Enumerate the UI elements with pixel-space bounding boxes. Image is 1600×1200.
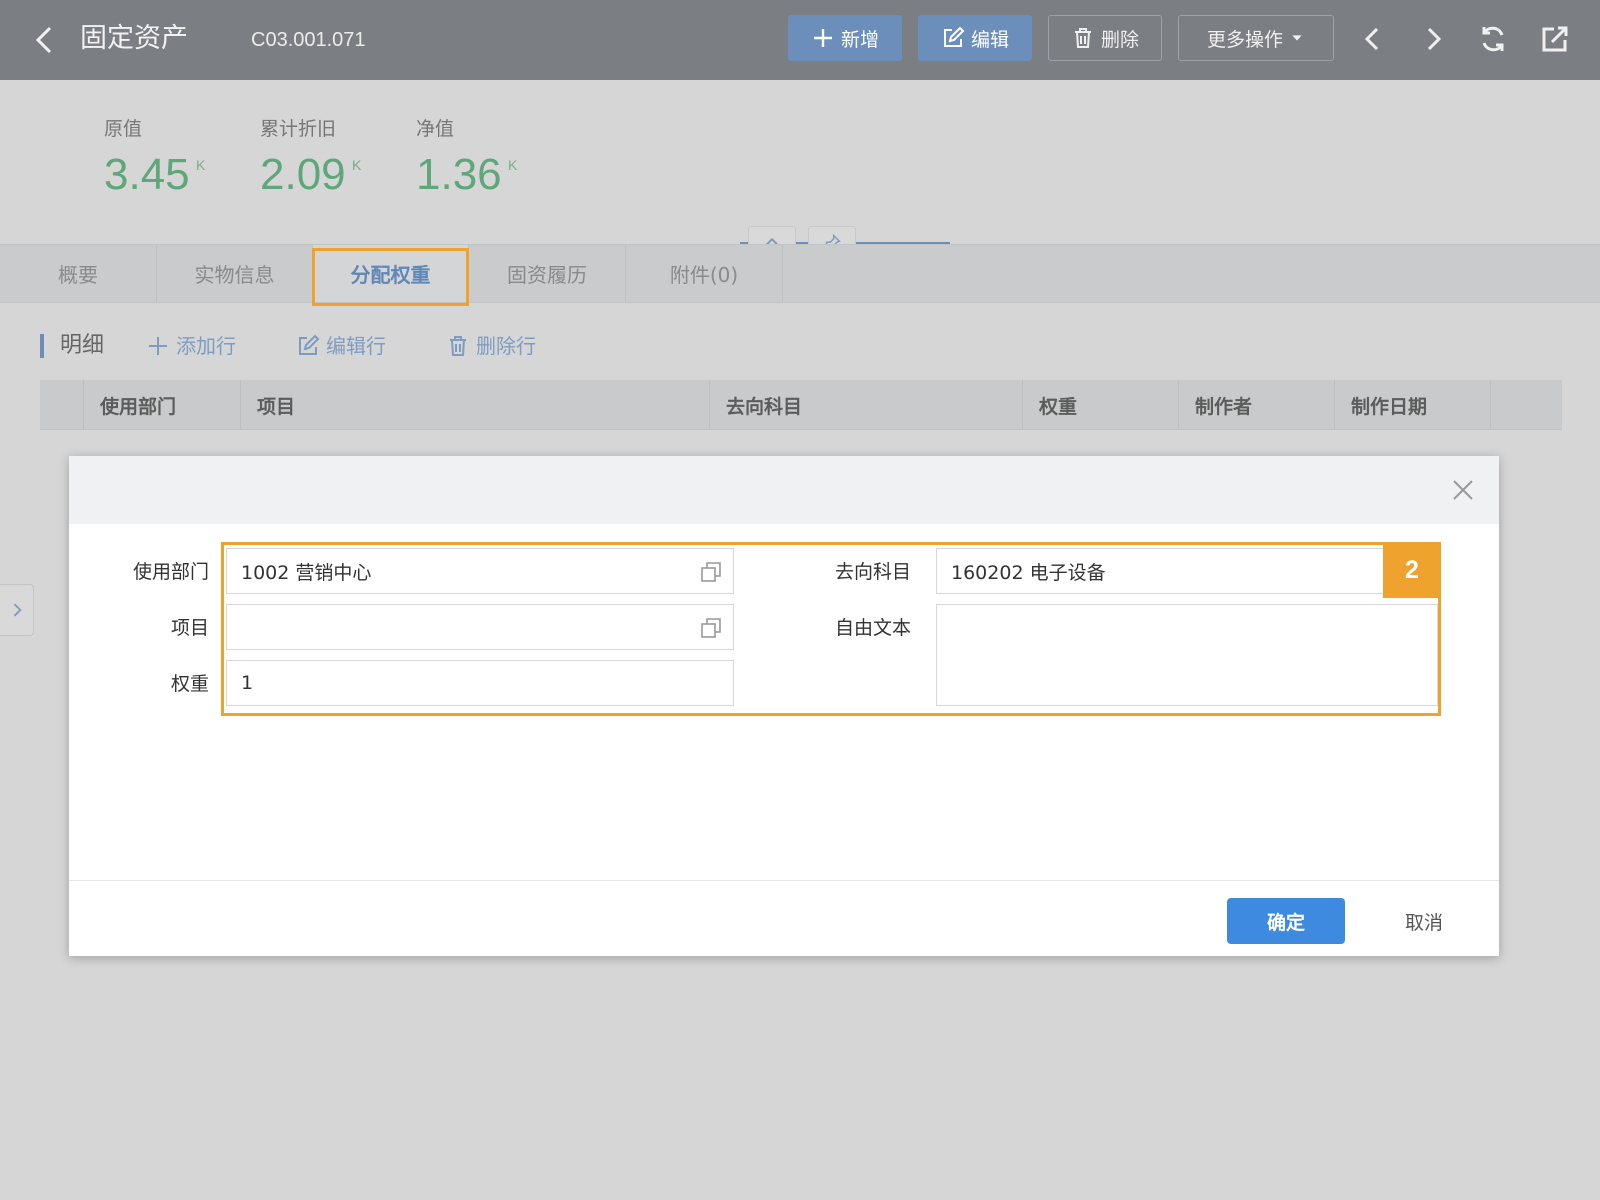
detail-section-title: 明细 — [60, 333, 105, 358]
detail-table-header: 使用部门 项目 去向科目 权重 制作者 制作日期 — [40, 380, 1562, 430]
delete-button-label: 删除 — [1100, 28, 1139, 51]
confirm-button[interactable]: 确定 — [1227, 898, 1345, 944]
department-label: 使用部门 — [132, 561, 209, 583]
delete-button[interactable]: 删除 — [1048, 15, 1162, 61]
tab-highlight-box — [312, 248, 469, 306]
accumulated-depreciation-stat: 累计折旧 2.09 K — [260, 115, 361, 205]
stat-label: 净值 — [416, 118, 455, 140]
section-marker — [40, 334, 44, 358]
delete-row-label: 删除行 — [476, 334, 536, 358]
stat-value: 2.09 — [260, 150, 346, 199]
chevron-right-icon — [13, 603, 22, 617]
add-button-label: 新增 — [840, 28, 879, 51]
sidebar-expand-button[interactable] — [0, 584, 34, 636]
stat-label: 原值 — [104, 118, 143, 140]
tab-overview[interactable]: 概要 — [0, 245, 157, 302]
column-header-weight[interactable]: 权重 — [1022, 380, 1178, 430]
column-header-creator[interactable]: 制作者 — [1178, 380, 1334, 430]
tab-asset-history[interactable]: 固资履历 — [469, 245, 626, 302]
trash-icon — [1074, 28, 1091, 48]
asset-code: C03.001.071 — [251, 29, 366, 51]
stat-value: 3.45 — [104, 150, 190, 199]
edit-row-dialog: 使用部门 1002 营销中心 项目 权重 1 去向科目 160202 电子设备 … — [69, 456, 1499, 956]
open-external-icon[interactable] — [1538, 22, 1572, 56]
stat-label: 累计折旧 — [260, 118, 337, 140]
edit-button-label: 编辑 — [970, 28, 1009, 51]
fields-highlight-box — [221, 542, 1441, 716]
next-record-icon[interactable] — [1416, 22, 1450, 56]
refresh-icon[interactable] — [1476, 22, 1510, 56]
column-header-department[interactable]: 使用部门 — [83, 380, 240, 430]
delete-row-button[interactable]: 删除行 — [446, 330, 536, 362]
add-row-label: 添加行 — [176, 334, 236, 358]
add-button[interactable]: 新增 — [788, 15, 902, 61]
column-header-spacer — [1490, 380, 1562, 430]
more-actions-label: 更多操作 — [1206, 28, 1283, 51]
previous-record-icon[interactable] — [1356, 22, 1390, 56]
edit-button[interactable]: 编辑 — [918, 15, 1032, 61]
weight-label: 权重 — [170, 673, 209, 695]
back-arrow-icon[interactable] — [30, 22, 60, 58]
net-value-stat: 净值 1.36 K — [416, 115, 517, 205]
edit-icon — [299, 334, 320, 355]
column-header-created-date[interactable]: 制作日期 — [1334, 380, 1490, 430]
tab-attachments[interactable]: 附件(0) — [626, 245, 783, 302]
page-title: 固定资产 — [80, 23, 188, 54]
plus-icon — [813, 29, 832, 47]
header-bar: 固定资产 C03.001.071 新增 编辑 删除 更多操作 — [0, 0, 1600, 80]
project-label: 项目 — [170, 617, 209, 639]
stat-value: 1.36 — [416, 150, 502, 199]
stat-unit: K — [352, 157, 362, 173]
edit-row-button[interactable]: 编辑行 — [296, 330, 386, 362]
edit-row-label: 编辑行 — [326, 334, 386, 358]
edit-icon — [943, 26, 965, 47]
more-actions-dropdown[interactable]: 更多操作 — [1178, 15, 1334, 61]
original-value-stat: 原值 3.45 K — [104, 115, 205, 205]
dialog-header — [69, 456, 1499, 524]
stat-unit: K — [196, 157, 206, 173]
tab-physical-info[interactable]: 实物信息 — [157, 245, 313, 302]
add-row-button[interactable]: 添加行 — [146, 330, 236, 362]
stat-unit: K — [508, 157, 518, 173]
caret-down-icon — [1292, 35, 1302, 41]
step-badge: 2 — [1383, 542, 1441, 598]
column-header-project[interactable]: 项目 — [240, 380, 709, 430]
plus-icon — [149, 337, 167, 355]
column-header-target-account[interactable]: 去向科目 — [709, 380, 1022, 430]
dialog-footer-divider — [69, 880, 1499, 881]
trash-icon — [450, 336, 466, 356]
cancel-button[interactable]: 取消 — [1369, 898, 1479, 944]
tab-bar: 概要 实物信息 分配权重 固资履历 附件(0) — [0, 244, 1600, 303]
close-icon[interactable] — [1449, 476, 1477, 504]
